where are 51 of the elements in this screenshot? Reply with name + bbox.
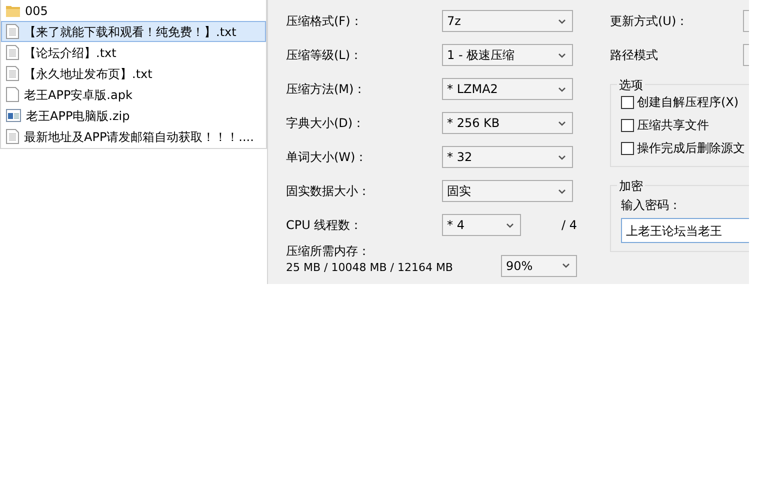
dropdown[interactable]: * 4	[442, 214, 521, 236]
text-file-icon	[6, 45, 19, 60]
checkbox[interactable]	[621, 142, 634, 154]
dropdown[interactable]: 固实	[442, 180, 573, 202]
group-title: 选项	[617, 76, 645, 94]
field-label: 输入密码：	[621, 197, 682, 214]
caret-icon	[558, 86, 566, 92]
setting-label: 压缩格式(F)：	[286, 13, 364, 30]
caret-icon	[558, 188, 566, 194]
dropdown[interactable]: * 32	[442, 146, 573, 168]
memory-reading: 25 MB / 10048 MB / 12164 MB	[286, 260, 453, 276]
dropdown[interactable]: 7z	[442, 10, 573, 32]
checkbox[interactable]	[621, 96, 634, 108]
file-row[interactable]: 老王APP电脑版.zip	[1, 105, 266, 126]
file-row[interactable]: 【永久地址发布页】.txt	[1, 63, 266, 84]
text-file-icon	[6, 66, 19, 81]
setting-label: 更新方式(U)：	[610, 13, 690, 30]
checkbox-label: 操作完成后删除源文	[637, 140, 745, 157]
caret-icon	[558, 154, 566, 160]
file-row[interactable]: 005	[1, 0, 266, 21]
checkbox-label: 创建自解压程序(X)	[637, 94, 739, 111]
window-file-icon	[6, 109, 21, 122]
checkbox[interactable]	[621, 118, 634, 132]
setting-label: 路径模式	[610, 47, 659, 64]
caret-icon	[506, 222, 514, 228]
setting-label: 压缩所需内存：	[286, 243, 371, 260]
setting-label: 固实数据大小：	[286, 183, 371, 200]
file-row[interactable]: 【来了就能下载和观看！纯免费！】.txt	[1, 21, 266, 42]
caret-icon	[558, 52, 566, 58]
file-row[interactable]: 老王APP安卓版.apk	[1, 84, 266, 105]
file-row[interactable]: 最新地址及APP请发邮箱自动获取！！！....	[1, 126, 266, 147]
folder-icon	[6, 4, 20, 17]
caret-icon	[558, 120, 566, 126]
text-file-icon	[6, 24, 19, 39]
caret-icon	[562, 263, 570, 268]
setting-label: 压缩等级(L)：	[286, 47, 364, 64]
setting-label: 压缩方法(M)：	[286, 81, 367, 98]
setting-label: CPU 线程数：	[286, 217, 364, 234]
text-file-icon	[6, 129, 19, 144]
checkbox-label: 压缩共享文件	[637, 117, 709, 134]
file-icon	[6, 87, 19, 102]
setting-label: 字典大小(D)：	[286, 115, 366, 132]
thread-count-total: / 4	[562, 217, 577, 234]
dropdown[interactable]: 1 - 极速压缩	[442, 44, 573, 66]
setting-label: 单词大小(W)：	[286, 149, 368, 166]
password-field[interactable]: 上老王论坛当老王	[621, 218, 749, 243]
caret-icon	[558, 18, 566, 24]
dropdown[interactable]: * 256 KB	[442, 112, 573, 134]
file-row[interactable]: 【论坛介绍】.txt	[1, 42, 266, 63]
dropdown[interactable]: 90%	[501, 254, 577, 276]
dropdown[interactable]: * LZMA2	[442, 78, 573, 100]
